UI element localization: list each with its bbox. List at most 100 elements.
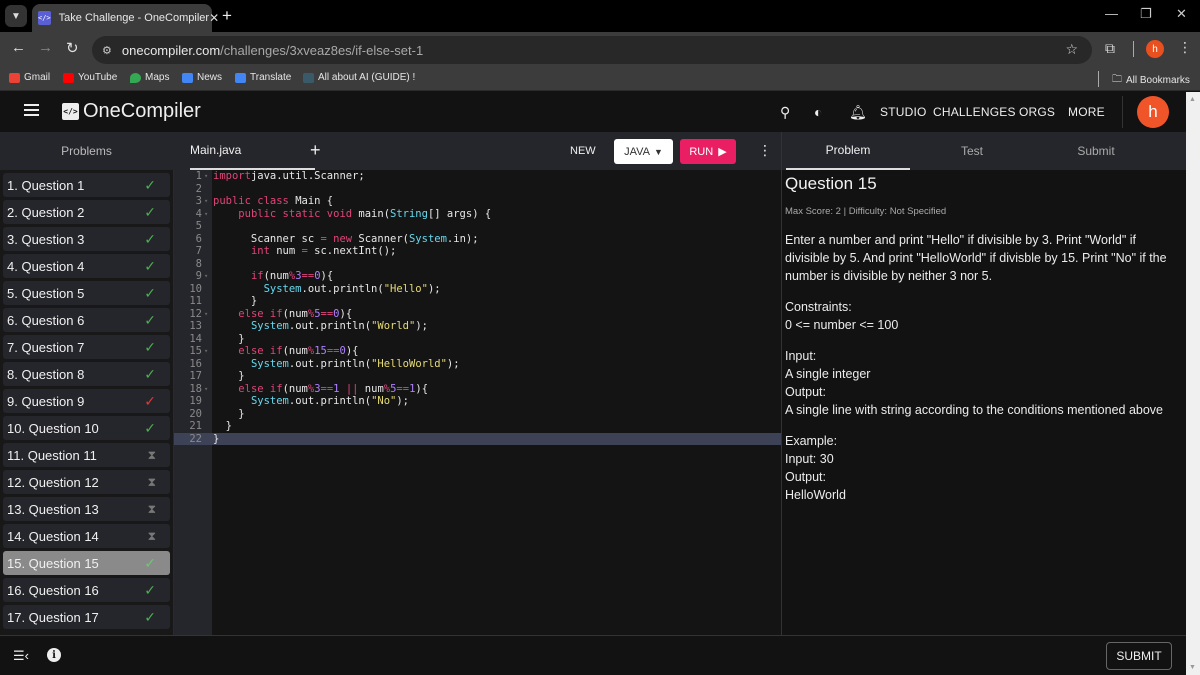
code-line[interactable]: 8 [174, 258, 781, 271]
code-line[interactable]: 18 ▾ else if(num%3==1 || num%5==1){ [174, 383, 781, 396]
question-item[interactable]: 12. Question 12 ⧗ [3, 470, 170, 494]
address-bar[interactable]: ⚙ onecompiler.com/challenges/3xveaz8es/i… [92, 36, 1092, 64]
bookmark-ai-guide[interactable]: All about AI (GUIDE) ! [303, 72, 415, 83]
scroll-down-icon[interactable]: ▼ [1189, 664, 1196, 671]
code-line[interactable]: 5 [174, 220, 781, 233]
bookmark-translate[interactable]: Translate [235, 72, 291, 83]
scroll-up-icon[interactable]: ▲ [1189, 96, 1196, 103]
editor-more-icon[interactable]: ⋮ [758, 142, 772, 159]
question-item[interactable]: 16. Question 16 ✓ [3, 578, 170, 602]
question-item[interactable]: 4. Question 4 ✓ [3, 254, 170, 278]
code-line[interactable]: 1 ▾ importjava.util.Scanner; [174, 170, 781, 183]
code-line[interactable]: 7 int num = sc.nextInt(); [174, 245, 781, 258]
code-line[interactable]: 20 } [174, 408, 781, 421]
nav-challenges[interactable]: CHALLENGES [933, 105, 1016, 119]
bookmark-maps[interactable]: Maps [130, 72, 169, 83]
bookmark-star-icon[interactable]: ☆ [1065, 41, 1078, 58]
bookmark-gmail[interactable]: Gmail [9, 72, 50, 83]
tab-search-button[interactable]: ▼ [5, 5, 27, 27]
browser-menu-icon[interactable]: ⋮ [1178, 39, 1192, 56]
collapse-sidebar-icon[interactable]: ☰‹ [13, 648, 29, 664]
question-item[interactable]: 8. Question 8 ✓ [3, 362, 170, 386]
code-line[interactable]: 2 [174, 183, 781, 196]
forward-icon[interactable]: → [38, 39, 53, 56]
code-lines[interactable]: 1 ▾ importjava.util.Scanner; 2 3 ▾ public clas… [174, 170, 781, 445]
nav-more[interactable]: MORE [1068, 105, 1105, 119]
all-bookmarks[interactable]: 🗀 All Bookmarks [1112, 72, 1190, 89]
fold-arrow-icon[interactable]: ▾ [204, 270, 213, 283]
fold-arrow-icon[interactable]: ▾ [204, 170, 213, 183]
line-number: 19 [189, 395, 202, 407]
question-item[interactable]: 3. Question 3 ✓ [3, 227, 170, 251]
submit-button[interactable]: SUBMIT [1106, 642, 1172, 670]
onecompiler-logo[interactable]: </> OneCompiler [62, 100, 201, 123]
check-icon: ✓ [144, 311, 156, 328]
code-editor[interactable]: 1 ▾ importjava.util.Scanner; 2 3 ▾ public clas… [173, 170, 781, 635]
new-tab-button[interactable]: + [222, 6, 232, 26]
question-item[interactable]: 7. Question 7 ✓ [3, 335, 170, 359]
reload-icon[interactable]: ↻ [66, 39, 79, 57]
bookmark-news[interactable]: News [182, 72, 222, 83]
question-item[interactable]: 13. Question 13 ⧗ [3, 497, 170, 521]
info-icon[interactable]: i [47, 648, 61, 662]
tab-test[interactable]: Test [910, 132, 1034, 170]
profile-avatar[interactable]: h [1146, 40, 1164, 58]
fold-arrow-icon[interactable]: ▾ [204, 345, 213, 358]
page-scrollbar[interactable]: ▲ ▼ [1186, 92, 1200, 675]
question-item[interactable]: 9. Question 9 ✓ [3, 389, 170, 413]
code-line[interactable]: 16 System.out.println("HelloWorld"); [174, 358, 781, 371]
code-line[interactable]: 12 ▾ else if(num%5==0){ [174, 308, 781, 321]
code-line[interactable]: 10 System.out.println("Hello"); [174, 283, 781, 296]
code-line[interactable]: 17 } [174, 370, 781, 383]
question-item[interactable]: 5. Question 5 ✓ [3, 281, 170, 305]
theme-toggle-icon[interactable]: ◐ [814, 104, 822, 120]
question-item[interactable]: 10. Question 10 ✓ [3, 416, 170, 440]
nav-studio[interactable]: STUDIO [880, 105, 927, 119]
question-item[interactable]: 1. Question 1 ✓ [3, 173, 170, 197]
code-line[interactable]: 4 ▾ public static void main(String[] args… [174, 208, 781, 221]
code-line[interactable]: 13 System.out.println("World"); [174, 320, 781, 333]
tab-close-icon[interactable]: ✕ [209, 11, 219, 25]
fold-arrow-icon[interactable]: ▾ [204, 383, 213, 396]
code-line[interactable]: 15 ▾ else if(num%15==0){ [174, 345, 781, 358]
search-icon[interactable]: ⚲ [780, 104, 790, 121]
problem-tabs: Problem Test Submit [781, 132, 1186, 170]
nav-orgs[interactable]: ORGS [1019, 105, 1055, 119]
code-line[interactable]: 14 } [174, 333, 781, 346]
code-text: if(num%3==0){ [250, 270, 334, 282]
code-line[interactable]: 9 ▾ if(num%3==0){ [174, 270, 781, 283]
code-line[interactable]: 6 Scanner sc = new Scanner(System.in); [174, 233, 781, 246]
code-line[interactable]: 19 System.out.println("No"); [174, 395, 781, 408]
fold-arrow-icon[interactable]: ▾ [204, 208, 213, 221]
code-line[interactable]: 3 ▾ public class Main { [174, 195, 781, 208]
question-item[interactable]: 11. Question 11 ⧗ [3, 443, 170, 467]
question-item[interactable]: 15. Question 15 ✓ [3, 551, 170, 575]
back-icon[interactable]: ← [11, 39, 26, 56]
user-avatar[interactable]: h [1137, 96, 1169, 128]
code-line[interactable]: 22} [174, 432, 781, 445]
question-item[interactable]: 14. Question 14 ⧗ [3, 524, 170, 548]
tab-submit[interactable]: Submit [1034, 132, 1158, 170]
question-item[interactable]: 17. Question 17 ✓ [3, 605, 170, 629]
browser-tab-active[interactable]: </> Take Challenge - OneCompiler ✕ [32, 4, 219, 32]
run-button[interactable]: RUN ▶ [680, 139, 736, 164]
restore-icon[interactable]: ❐ [1140, 6, 1152, 22]
minimize-icon[interactable]: — [1105, 6, 1118, 21]
add-file-icon[interactable]: + [310, 140, 321, 161]
extensions-icon[interactable]: ⧉ [1105, 40, 1115, 57]
code-line[interactable]: 11 } [174, 295, 781, 308]
bell-icon[interactable]: 🔔︎ [849, 104, 867, 121]
language-select[interactable]: JAVA ▼ [614, 139, 673, 164]
fold-arrow-icon[interactable]: ▾ [204, 195, 213, 208]
fold-arrow-icon[interactable]: ▾ [204, 308, 213, 321]
code-line[interactable]: 21 } [174, 420, 781, 433]
new-button[interactable]: NEW [570, 145, 596, 157]
site-info-icon[interactable]: ⚙ [102, 44, 112, 57]
close-window-icon[interactable]: ✕ [1176, 6, 1187, 22]
file-tab-main-java[interactable]: Main.java [190, 132, 315, 170]
hamburger-menu-icon[interactable] [24, 104, 39, 116]
bookmark-youtube[interactable]: YouTube [63, 72, 117, 83]
question-item[interactable]: 6. Question 6 ✓ [3, 308, 170, 332]
tab-problem[interactable]: Problem [786, 132, 910, 170]
question-item[interactable]: 2. Question 2 ✓ [3, 200, 170, 224]
